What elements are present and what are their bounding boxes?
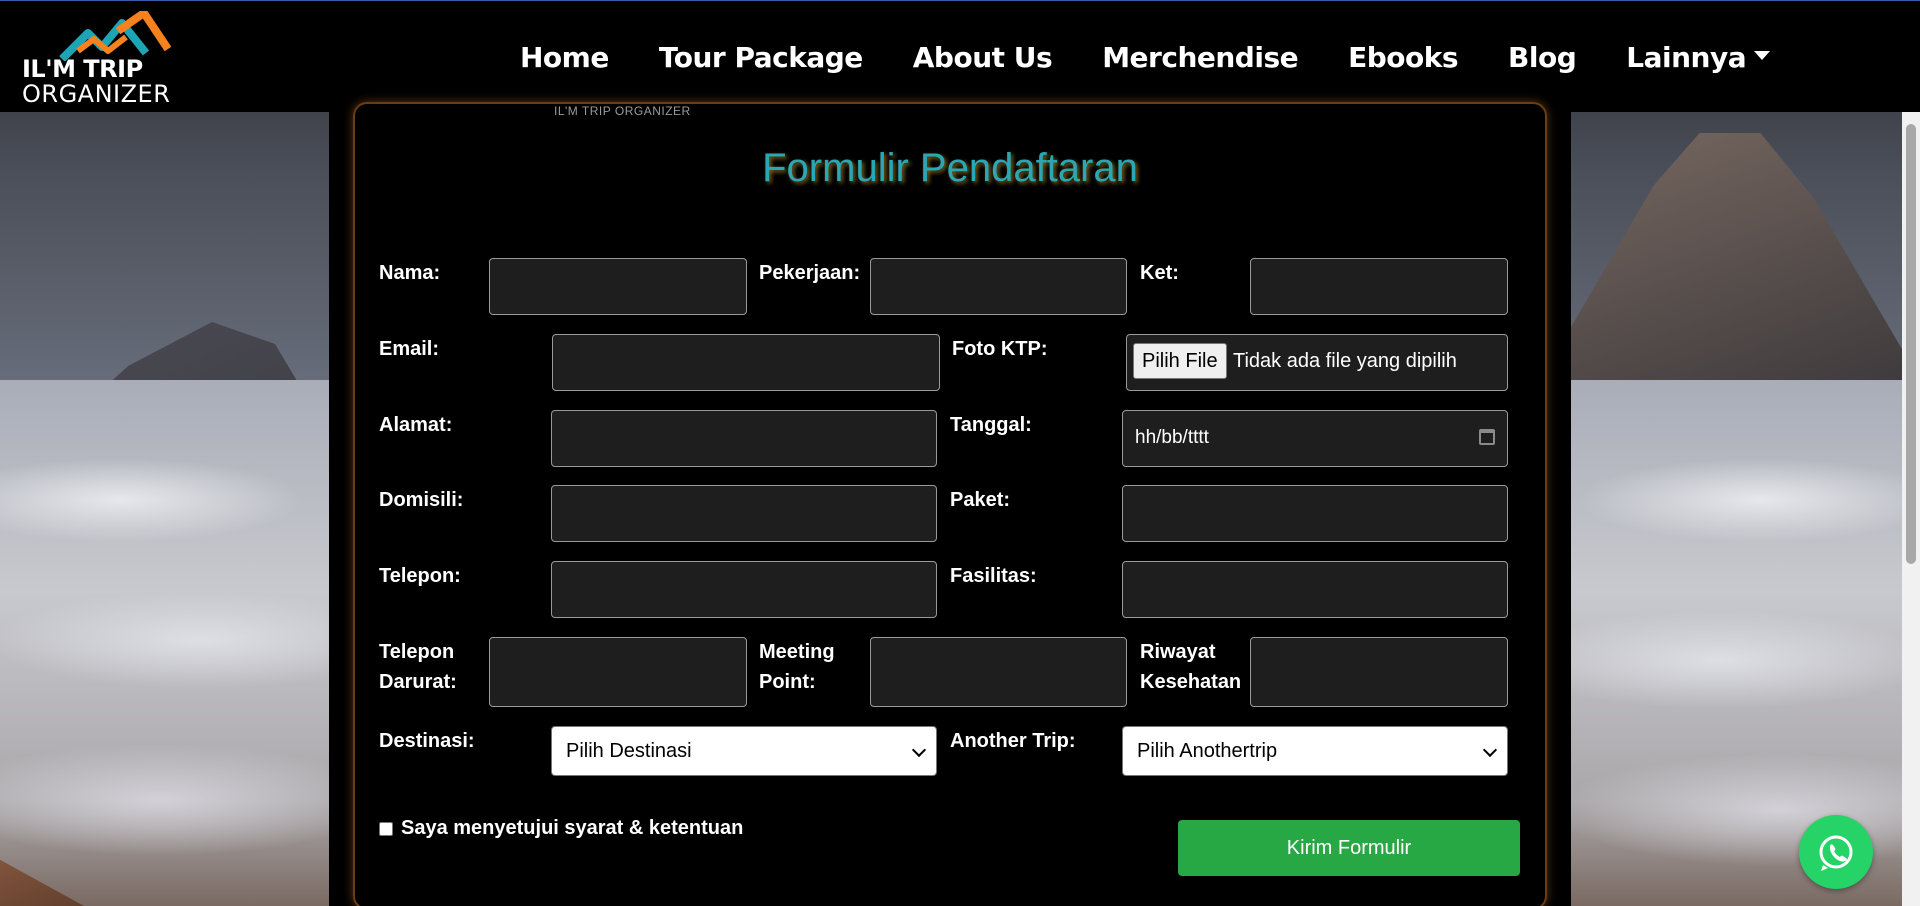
label-telepon-darurat-line1: Telepon: [379, 641, 455, 663]
label-tanggal: Tanggal:: [950, 414, 1032, 436]
pekerjaan-input[interactable]: [870, 258, 1127, 315]
label-another-trip: Another Trip:: [950, 730, 1076, 752]
nav-lainnya-label: Lainnya: [1626, 40, 1747, 74]
label-meeting-point-line1: Meeting: [759, 641, 835, 663]
label-riwayat-kesehatan: Riwayat Kesehatan: [1140, 637, 1241, 697]
nav-ebooks[interactable]: Ebooks: [1348, 41, 1458, 74]
terms-checkbox[interactable]: [379, 821, 393, 836]
foto-ktp-file-input[interactable]: Pilih File Tidak ada file yang dipilih: [1126, 334, 1508, 391]
label-foto-ktp: Foto KTP:: [952, 338, 1048, 360]
chevron-down-icon: [911, 742, 927, 758]
logo-line1: IL'M TRIP: [22, 55, 143, 83]
logo-mountains-icon: [59, 11, 172, 61]
alamat-input[interactable]: [551, 410, 937, 467]
logo[interactable]: IL'M TRIP ORGANIZER: [22, 11, 192, 106]
telepon-darurat-input[interactable]: [489, 637, 747, 707]
label-fasilitas: Fasilitas:: [950, 565, 1037, 587]
form-title: Formulir Pendaftaran: [762, 146, 1138, 190]
tanggal-date-input[interactable]: hh/bb/tttt: [1122, 410, 1508, 467]
nav-links: Home Tour Package About Us Merchendise E…: [520, 1, 1820, 113]
terms-agree: Saya menyetujui syarat & ketentuan: [379, 817, 743, 840]
nav-lainnya-dropdown[interactable]: Lainnya: [1626, 40, 1771, 74]
another-trip-selected: Pilih Anothertrip: [1137, 740, 1278, 762]
whatsapp-icon: [1819, 835, 1853, 871]
label-paket: Paket:: [950, 489, 1011, 511]
nav-tour-package[interactable]: Tour Package: [659, 41, 863, 74]
fasilitas-input[interactable]: [1122, 561, 1508, 618]
destinasi-select[interactable]: Pilih Destinasi: [551, 726, 937, 776]
meeting-point-input[interactable]: [870, 637, 1127, 707]
label-nama: Nama:: [379, 262, 441, 284]
nav-merchendise[interactable]: Merchendise: [1102, 41, 1298, 74]
file-status-text: Tidak ada file yang dipilih: [1233, 350, 1457, 372]
label-telepon-darurat-line2: Darurat:: [379, 671, 457, 693]
label-riwayat-line1: Riwayat: [1140, 641, 1216, 663]
label-alamat: Alamat:: [379, 414, 453, 436]
email-input[interactable]: [552, 334, 940, 391]
navbar: IL'M TRIP ORGANIZER Home Tour Package Ab…: [0, 0, 1920, 112]
label-meeting-point-line2: Point:: [759, 671, 816, 693]
label-email: Email:: [379, 338, 440, 360]
brand-tiny-text: IL'M TRIP ORGANIZER: [554, 104, 691, 118]
paket-input[interactable]: [1122, 485, 1508, 542]
nav-about-us[interactable]: About Us: [913, 41, 1053, 74]
label-pekerjaan: Pekerjaan:: [759, 262, 861, 284]
whatsapp-button[interactable]: [1799, 815, 1873, 889]
caret-down-icon: [1754, 50, 1771, 60]
chevron-down-icon: [1482, 742, 1498, 758]
label-meeting-point: Meeting Point:: [759, 637, 835, 697]
terms-label: Saya menyetujui syarat & ketentuan: [401, 817, 744, 839]
label-riwayat-line2: Kesehatan: [1140, 671, 1242, 693]
label-telepon: Telepon:: [379, 565, 461, 587]
choose-file-button[interactable]: Pilih File: [1133, 343, 1227, 379]
label-domisili: Domisili:: [379, 489, 464, 511]
label-destinasi: Destinasi:: [379, 730, 475, 752]
nama-input[interactable]: [489, 258, 747, 315]
logo-text: IL'M TRIP ORGANIZER: [22, 57, 170, 106]
logo-line2: ORGANIZER: [22, 80, 171, 108]
riwayat-kesehatan-input[interactable]: [1250, 637, 1508, 707]
nav-home[interactable]: Home: [520, 41, 609, 74]
domisili-input[interactable]: [551, 485, 937, 542]
calendar-icon[interactable]: [1479, 429, 1495, 445]
ket-input[interactable]: [1250, 258, 1508, 315]
telepon-input[interactable]: [551, 561, 937, 618]
destinasi-selected: Pilih Destinasi: [566, 740, 692, 762]
date-placeholder: hh/bb/tttt: [1135, 427, 1209, 448]
page-scrollbar[interactable]: [1902, 112, 1920, 906]
submit-button[interactable]: Kirim Formulir: [1178, 820, 1520, 876]
nav-blog[interactable]: Blog: [1508, 41, 1577, 74]
another-trip-select[interactable]: Pilih Anothertrip: [1122, 726, 1508, 776]
label-ket: Ket:: [1140, 262, 1179, 284]
scrollbar-thumb[interactable]: [1906, 124, 1916, 564]
label-telepon-darurat: Telepon Darurat:: [379, 637, 457, 697]
